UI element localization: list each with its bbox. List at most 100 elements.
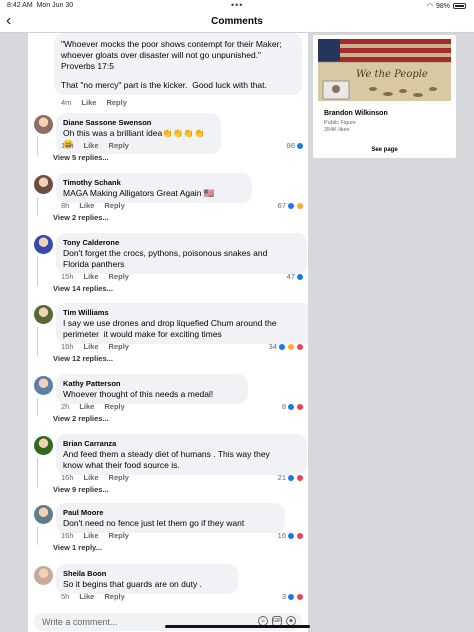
like-reaction-icon — [287, 531, 295, 540]
comment-time: 5h — [61, 592, 70, 601]
reply-link[interactable]: Reply — [104, 402, 124, 411]
view-replies-link[interactable]: View 12 replies... — [53, 354, 113, 363]
reply-link[interactable]: Reply — [106, 98, 126, 107]
reaction-summary[interactable]: 34 — [269, 342, 304, 351]
comment-text: Don't forget the crocs, pythons, poisono… — [63, 248, 268, 269]
thread-line — [37, 458, 38, 487]
like-link[interactable]: Like — [79, 592, 94, 601]
reply-link[interactable]: Reply — [104, 201, 124, 210]
reaction-count: 21 — [277, 473, 286, 482]
haha-reaction-icon — [287, 342, 295, 351]
reaction-summary[interactable]: 21 — [278, 473, 304, 482]
reaction-summary[interactable]: 86 — [287, 141, 304, 150]
page-promo-card[interactable]: We the People Brandon Wilkinson Public F… — [313, 35, 456, 158]
avatar[interactable] — [34, 376, 53, 395]
reaction-count: 8 — [281, 402, 286, 411]
comment-time: 16h — [61, 342, 74, 351]
write-comment-bar: Write a comment... ☺ GIF ☻ — [28, 610, 308, 632]
comment-bubble[interactable]: Brian Carranza And feed them a steady die… — [56, 434, 307, 475]
avatar[interactable] — [34, 115, 53, 134]
status-right: ◠ 98% — [427, 2, 466, 10]
comment-author[interactable]: Timothy Schank — [63, 177, 245, 188]
promo-category: Public Figure — [324, 120, 357, 126]
view-replies-link[interactable]: View 14 replies... — [53, 284, 113, 293]
reaction-count: 34 — [268, 342, 277, 351]
comment-bubble[interactable]: Tony Calderone Don't forget the crocs, py… — [56, 233, 307, 274]
thread-line — [37, 398, 38, 416]
multitasking-dots-icon[interactable]: ••• — [231, 0, 243, 10]
view-replies-link[interactable]: View 5 replies... — [53, 153, 109, 162]
wifi-icon: ◠ — [426, 3, 433, 10]
like-reaction-icon — [287, 402, 295, 411]
comment-time: 15h — [61, 272, 74, 281]
reaction-count: 67 — [277, 201, 286, 210]
like-reaction-icon — [287, 201, 295, 210]
comment-bubble[interactable]: Paul Moore Don't need no fence just let t… — [56, 503, 285, 533]
like-link[interactable]: Like — [79, 402, 94, 411]
reaction-summary[interactable]: 8 — [282, 402, 304, 411]
like-link[interactable]: Like — [84, 531, 99, 540]
comment-meta: 16h Like Reply — [61, 342, 129, 351]
reaction-summary[interactable]: 67 — [278, 201, 304, 210]
comment-author[interactable]: Tony Calderone — [63, 237, 300, 248]
thread-line — [37, 527, 38, 545]
like-link[interactable]: Like — [81, 98, 96, 107]
reply-link[interactable]: Reply — [109, 531, 129, 540]
comment-meta: 2h Like Reply — [61, 402, 125, 411]
comment-bubble[interactable]: Timothy Schank MAGA Making Alligators Gre… — [56, 173, 252, 203]
avatar[interactable] — [34, 505, 53, 524]
top-comment-line: That "no mercy" part is the kicker. Good… — [61, 80, 267, 90]
comment-author[interactable]: Sheila Boon — [63, 568, 231, 579]
comment-time: 2h — [61, 402, 70, 411]
like-link[interactable]: Like — [84, 272, 99, 281]
view-replies-link[interactable]: View 9 replies... — [53, 485, 109, 494]
comment-bubble[interactable]: Kathy Patterson Whoever thought of this n… — [56, 374, 248, 404]
top-comment-bubble[interactable]: "Whoever mocks the poor shows contempt f… — [54, 33, 302, 95]
comment-time: 16h — [61, 531, 74, 540]
reaction-summary[interactable]: 16 — [278, 531, 304, 540]
like-reaction-icon — [278, 342, 286, 351]
comment-bubble[interactable]: Tim Williams I say we use drones and drop… — [56, 303, 308, 344]
reply-link[interactable]: Reply — [109, 272, 129, 281]
like-link[interactable]: Like — [84, 342, 99, 351]
like-link[interactable]: Like — [79, 201, 94, 210]
home-indicator[interactable] — [165, 625, 310, 628]
avatar[interactable] — [34, 305, 53, 324]
avatar[interactable] — [34, 235, 53, 254]
comments-panel[interactable]: "Whoever mocks the poor shows contempt f… — [28, 33, 308, 632]
view-replies-link[interactable]: View 1 reply... — [53, 543, 102, 552]
reply-link[interactable]: Reply — [109, 473, 129, 482]
comment-author[interactable]: Kathy Patterson — [63, 378, 241, 389]
thread-line — [37, 327, 38, 356]
comment-text: Whoever thought of this needs a medal! — [63, 389, 214, 399]
promo-page-name[interactable]: Brandon Wilkinson — [324, 110, 388, 117]
comment-author[interactable]: Paul Moore — [63, 507, 278, 518]
reaction-count: 3 — [281, 592, 286, 601]
promo-image-text: We the People — [356, 69, 428, 80]
avatar[interactable] — [34, 175, 53, 194]
thread-line — [37, 257, 38, 286]
reply-link[interactable]: Reply — [109, 342, 129, 351]
avatar[interactable] — [34, 566, 53, 585]
promo-image[interactable]: We the People — [318, 39, 451, 101]
view-replies-link[interactable]: View 2 replies... — [53, 414, 109, 423]
avatar[interactable] — [34, 436, 53, 455]
like-link[interactable]: Like — [84, 473, 99, 482]
reply-link[interactable]: Reply — [104, 592, 124, 601]
comment-bubble[interactable]: Sheila Boon So it begins that guards are … — [56, 564, 238, 594]
love-reaction-icon — [296, 342, 304, 351]
comment-author[interactable]: Tim Williams — [63, 307, 306, 318]
comment-text: Don't need no fence just let them go if … — [63, 518, 245, 528]
comment-author[interactable]: Diane Sassone Swenson — [63, 117, 214, 128]
reaction-summary[interactable]: 3 — [282, 592, 304, 601]
top-comment-line: Proverbs 17:5 — [61, 61, 114, 71]
see-page-button[interactable]: See page — [313, 147, 456, 153]
reaction-summary[interactable]: 47 — [287, 272, 304, 281]
comment-author[interactable]: Brian Carranza — [63, 438, 300, 449]
view-replies-link[interactable]: View 2 replies... — [53, 213, 109, 222]
thread-line — [37, 197, 38, 215]
like-link[interactable]: Like — [84, 141, 99, 150]
reply-link[interactable]: Reply — [109, 141, 129, 150]
top-comment-line: whoever gloats over disaster will not go… — [61, 50, 262, 60]
top-comment-line: "Whoever mocks the poor shows contempt f… — [61, 39, 282, 49]
